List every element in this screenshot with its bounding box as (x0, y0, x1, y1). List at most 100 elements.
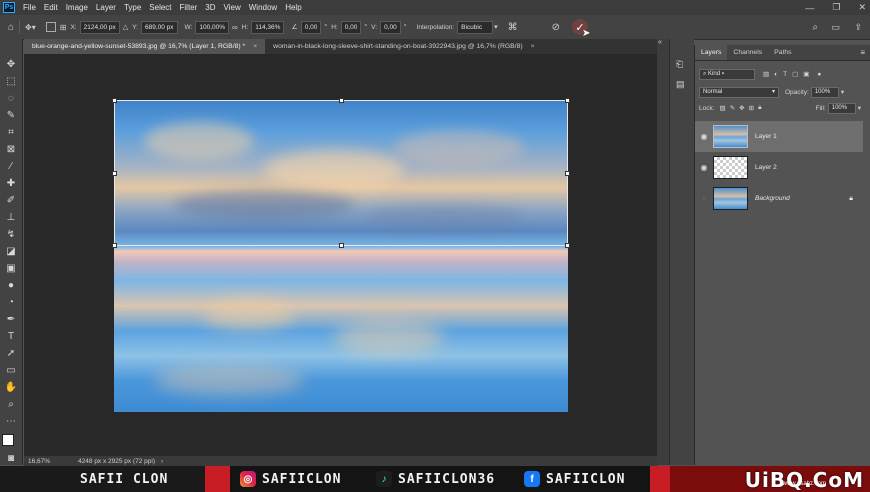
menu-view[interactable]: View (220, 3, 245, 12)
filter-adjustment-icon[interactable]: ◐ (774, 71, 778, 78)
panel-menu-icon[interactable]: ≡ (860, 45, 865, 60)
marquee-tool-icon[interactable]: ⬚ (4, 74, 18, 88)
cancel-transform-icon[interactable]: ⊘ (552, 22, 560, 33)
more-tools-icon[interactable]: ⋯ (4, 414, 18, 428)
zoom-tool-icon[interactable]: ⌕ (4, 397, 18, 411)
tab-layers[interactable]: Layers (695, 45, 728, 60)
width-input[interactable]: 100,00% (195, 20, 230, 34)
path-select-tool-icon[interactable]: ➚ (4, 346, 18, 360)
angle-input[interactable]: 0,00 (300, 20, 322, 34)
healing-tool-icon[interactable]: ✚ (4, 176, 18, 190)
close-window-button[interactable]: ✕ (858, 2, 866, 13)
gradient-tool-icon[interactable]: ▣ (4, 261, 18, 275)
frame-tool-icon[interactable]: ⊠ (4, 142, 18, 156)
filter-type-icon[interactable]: T (783, 71, 787, 78)
restore-button[interactable]: ❐ (832, 2, 840, 13)
chevron-down-icon[interactable]: ▾ (494, 23, 498, 31)
history-brush-icon[interactable]: ↯ (4, 227, 18, 241)
height-input[interactable]: 114,36% (251, 20, 285, 34)
transform-handle[interactable] (112, 98, 117, 103)
delta-icon[interactable]: △ (123, 23, 128, 31)
tab-document-2[interactable]: woman-in-black-long-sleeve-shirt-standin… (265, 39, 542, 54)
layer-filter-select[interactable]: ⌕ Kind ▾ (699, 68, 755, 80)
share-icon[interactable]: ⇪ (854, 22, 862, 33)
transform-handle[interactable] (339, 243, 344, 248)
chevron-down-icon[interactable]: ▾ (841, 88, 844, 96)
transform-handle[interactable] (339, 98, 344, 103)
filter-shape-icon[interactable]: ▢ (792, 70, 798, 78)
tab-document-1[interactable]: blue-orange-and-yellow-sunset-53893.jpg … (24, 39, 266, 54)
chevron-right-icon[interactable]: › (161, 458, 163, 465)
lock-all-icon[interactable]: 🔒︎ (758, 104, 761, 112)
eraser-tool-icon[interactable]: ◪ (4, 244, 18, 258)
hskew-input[interactable]: 0,00 (340, 20, 362, 34)
transform-icon[interactable]: ✥▾ (25, 23, 36, 32)
filter-smart-icon[interactable]: ▣ (803, 70, 809, 78)
layer-row-background[interactable]: ▫ Background 🔒︎ (695, 183, 863, 214)
menu-image[interactable]: Image (62, 3, 92, 12)
visibility-eye-icon[interactable]: ◉ (695, 163, 713, 172)
pen-tool-icon[interactable]: ✒ (4, 312, 18, 326)
menu-edit[interactable]: Edit (40, 3, 62, 12)
workspace-icon[interactable]: ▭ (831, 22, 840, 33)
move-tool-icon[interactable]: ✥ (4, 57, 18, 71)
transform-handle[interactable] (112, 171, 117, 176)
interpolation-select[interactable]: Bicubic (457, 20, 494, 34)
menu-file[interactable]: File (19, 3, 40, 12)
close-icon[interactable]: × (531, 43, 535, 50)
dodge-tool-icon[interactable]: ◔ (4, 295, 18, 309)
transform-handle[interactable] (112, 243, 117, 248)
tab-channels[interactable]: Channels (727, 45, 768, 60)
layer-name[interactable]: Layer 2 (755, 164, 777, 171)
filter-pixel-icon[interactable]: ▨ (763, 70, 769, 78)
x-input[interactable]: 2124,00 px (79, 20, 120, 34)
blur-tool-icon[interactable]: ● (4, 278, 18, 292)
lock-pixels-icon[interactable]: ▨ (720, 104, 726, 112)
transform-handle[interactable] (565, 171, 570, 176)
properties-panel-icon[interactable]: ▤ (676, 79, 685, 90)
foreground-color-swatch[interactable] (2, 434, 14, 446)
lasso-tool-icon[interactable]: ◌ (4, 91, 18, 105)
hand-tool-icon[interactable]: ✋ (4, 380, 18, 394)
reference-point-toggle[interactable] (45, 22, 56, 32)
history-panel-icon[interactable]: ⎗ (676, 59, 683, 70)
crop-tool-icon[interactable]: ⌗ (4, 125, 18, 139)
minimize-button[interactable]: — (805, 3, 814, 13)
filter-toggle-icon[interactable]: ● (817, 71, 821, 78)
collapse-icon[interactable]: « (658, 39, 662, 46)
lock-artboard-icon[interactable]: ⊞ (749, 104, 754, 112)
warp-icon[interactable]: ⌘ (508, 22, 518, 33)
type-tool-icon[interactable]: T (4, 329, 18, 343)
menu-filter[interactable]: Filter (176, 3, 202, 12)
chevron-down-icon[interactable]: ▾ (858, 104, 861, 112)
layer-row-layer-1[interactable]: ◉ Layer 1 (695, 121, 863, 152)
link-icon[interactable]: ∞ (232, 23, 238, 32)
vskew-input[interactable]: 0,00 (380, 20, 401, 34)
stamp-tool-icon[interactable]: ⊥ (4, 210, 18, 224)
menu-3d[interactable]: 3D (201, 3, 219, 12)
rectangle-tool-icon[interactable]: ▭ (4, 363, 18, 377)
quick-select-tool-icon[interactable]: ✎ (4, 108, 18, 122)
visibility-eye-icon[interactable]: ◉ (695, 132, 713, 141)
layer-name[interactable]: Layer 1 (755, 133, 777, 140)
layer-name[interactable]: Background (755, 195, 790, 202)
home-icon[interactable]: ⌂ (8, 22, 14, 33)
menu-layer[interactable]: Layer (92, 3, 120, 12)
brush-tool-icon[interactable]: ✐ (4, 193, 18, 207)
reference-point-icon[interactable]: ⊞ (60, 23, 67, 32)
blend-mode-select[interactable]: Normal ▾ (699, 86, 779, 98)
transform-handle[interactable] (565, 98, 570, 103)
y-input[interactable]: 689,00 px (140, 20, 178, 34)
menu-help[interactable]: Help (281, 3, 305, 12)
opacity-input[interactable]: 100% (810, 86, 839, 98)
search-icon[interactable]: ⌕ (812, 22, 818, 33)
menu-select[interactable]: Select (145, 3, 175, 12)
close-icon[interactable]: × (253, 43, 257, 50)
tab-paths[interactable]: Paths (768, 45, 797, 60)
menu-window[interactable]: Window (245, 3, 281, 12)
quick-mask-icon[interactable]: ◙ (4, 451, 18, 465)
lock-brush-icon[interactable]: ✎ (730, 104, 735, 112)
fill-input[interactable]: 100% (827, 102, 856, 114)
zoom-level[interactable]: 16,67% (28, 458, 50, 465)
menu-type[interactable]: Type (120, 3, 145, 12)
